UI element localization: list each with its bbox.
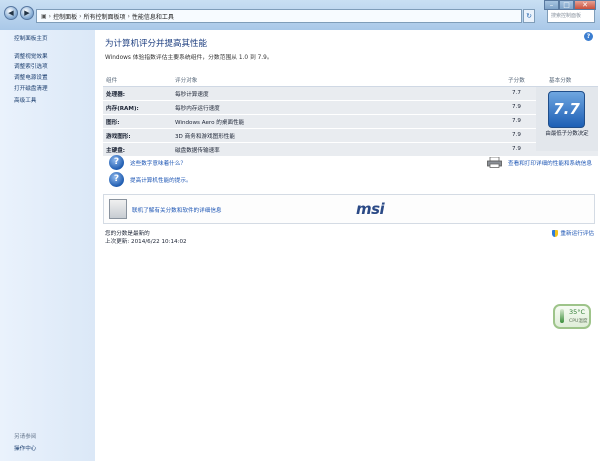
close-button[interactable]: ✕	[574, 0, 596, 10]
sidebar-home-link[interactable]: 控制面板主页	[14, 34, 48, 42]
score-table: 组件 评分对象 子分数 基本分数 处理器: 每秒计算速度 7.7 内存(RAM)…	[103, 74, 598, 157]
row-component: 游戏图形:	[106, 134, 131, 140]
row-object: 每秒内存运行速度	[175, 106, 220, 112]
sidebar: 控制面板主页 调整视觉效果 调整索引选项 调整电源设置 打开磁盘清理 高级工具 …	[0, 30, 95, 461]
what-scores-mean-item[interactable]: ? 这些数字意味着什么？	[109, 155, 186, 170]
header-base-score: 基本分数	[549, 78, 572, 84]
chevron-right-icon: ›	[127, 12, 130, 20]
row-score: 7.9	[512, 146, 521, 152]
see-also-header: 另请参阅	[14, 434, 37, 440]
breadcrumb-performance[interactable]: 性能信息和工具	[132, 12, 174, 21]
status-last-update: 上次更新: 2014/6/22 10:14:02	[105, 239, 187, 245]
row-component: 内存(RAM):	[106, 106, 139, 112]
help-icon[interactable]: ?	[584, 32, 593, 41]
breadcrumb-control-panel[interactable]: 控制面板	[53, 12, 77, 21]
row-object: Windows Aero 的桌面性能	[175, 120, 245, 126]
cpu-temp-gadget[interactable]: 35°C CPU温度	[553, 304, 591, 329]
row-component: 主硬盘:	[106, 148, 126, 154]
table-row: 处理器: 每秒计算速度 7.7	[103, 87, 598, 101]
row-object: 磁盘数据传输速率	[175, 148, 220, 154]
what-scores-mean-link[interactable]: 这些数字意味着什么？	[130, 159, 186, 167]
view-print-link[interactable]: 查看和打印详细的性能和系统信息	[508, 159, 592, 167]
status-current: 您的分数是最新的	[105, 231, 150, 237]
refresh-icon[interactable]: ↻	[523, 9, 535, 23]
help-icon: ?	[109, 155, 124, 170]
view-print-item[interactable]: 查看和打印详细的性能和系统信息	[487, 157, 592, 168]
window-controls: – □ ✕	[544, 0, 596, 10]
sidebar-item-advanced-tools[interactable]: 高级工具	[14, 96, 36, 104]
sidebar-item-action-center[interactable]: 操作中心	[14, 444, 36, 452]
row-score: 7.7	[512, 90, 521, 96]
printer-icon	[487, 157, 502, 168]
back-icon[interactable]: ◀	[4, 6, 18, 20]
row-score: 7.9	[512, 118, 521, 124]
forward-icon[interactable]: ▶	[20, 6, 34, 20]
address-bar[interactable]: ▣ › 控制面板 › 所有控制面板项 › 性能信息和工具	[36, 9, 522, 23]
improve-tips-item[interactable]: ? 提高计算机性能的提示。	[109, 172, 192, 187]
search-input[interactable]: 搜索控制面板	[547, 9, 595, 23]
thermometer-icon	[560, 309, 564, 323]
base-score-caption: 由最低子分数决定	[545, 131, 589, 137]
row-score: 7.9	[512, 132, 521, 138]
row-score: 7.9	[512, 104, 521, 110]
table-row: 内存(RAM): 每秒内存运行速度 7.9	[103, 101, 598, 115]
rerun-assessment[interactable]: 重新运行评估	[552, 229, 594, 237]
header-component: 组件	[106, 78, 118, 84]
promo-banner: 联机了解有关分数和软件的详细信息 msi	[103, 194, 595, 224]
row-component: 图形:	[106, 120, 120, 126]
rerun-assessment-link[interactable]: 重新运行评估	[560, 229, 594, 237]
base-score-badge: 7.7	[548, 91, 585, 128]
sidebar-item-disk-cleanup[interactable]: 打开磁盘清理	[14, 84, 48, 92]
shield-icon	[552, 229, 559, 237]
sidebar-item-power[interactable]: 调整电源设置	[14, 73, 48, 81]
sidebar-item-visual-effects[interactable]: 调整视觉效果	[14, 52, 48, 60]
software-icon	[109, 199, 127, 219]
header-object: 评分对象	[175, 78, 198, 84]
msi-logo: msi	[356, 200, 385, 218]
row-component: 处理器:	[106, 92, 126, 98]
gadget-label: CPU温度	[569, 319, 588, 324]
row-object: 3D 商务和游戏图形性能	[175, 134, 235, 140]
page-subtitle: Windows 体验指数评估主要系统组件，分数范围从 1.0 到 7.9。	[105, 55, 273, 61]
title-bar: ◀ ▶ ▣ › 控制面板 › 所有控制面板项 › 性能信息和工具 ↻ 搜索控制面…	[0, 0, 600, 30]
improve-tips-link[interactable]: 提高计算机性能的提示。	[130, 176, 192, 184]
table-row: 图形: Windows Aero 的桌面性能 7.9	[103, 115, 598, 129]
chevron-right-icon: ›	[79, 12, 82, 20]
table-row: 游戏图形: 3D 商务和游戏图形性能 7.9	[103, 129, 598, 143]
control-panel-icon: ▣	[41, 12, 47, 20]
help-icon: ?	[109, 172, 124, 187]
maximize-button[interactable]: □	[559, 0, 574, 10]
chevron-right-icon: ›	[48, 12, 52, 20]
promo-link[interactable]: 联机了解有关分数和软件的详细信息	[132, 206, 222, 214]
gadget-temperature: 35°C	[569, 308, 586, 316]
sidebar-item-indexing[interactable]: 调整索引选项	[14, 62, 48, 70]
page-title: 为计算机评分并提高其性能	[105, 39, 208, 49]
row-object: 每秒计算速度	[175, 92, 209, 98]
table-header: 组件 评分对象 子分数 基本分数	[103, 74, 598, 87]
nav-buttons: ◀ ▶	[4, 6, 34, 20]
header-subscore: 子分数	[508, 78, 525, 84]
breadcrumb-all-items[interactable]: 所有控制面板项	[84, 12, 126, 21]
base-score-panel: 7.7 由最低子分数决定	[536, 87, 598, 151]
minimize-button[interactable]: –	[544, 0, 559, 10]
main-content: ? 为计算机评分并提高其性能 Windows 体验指数评估主要系统组件，分数范围…	[95, 30, 600, 461]
